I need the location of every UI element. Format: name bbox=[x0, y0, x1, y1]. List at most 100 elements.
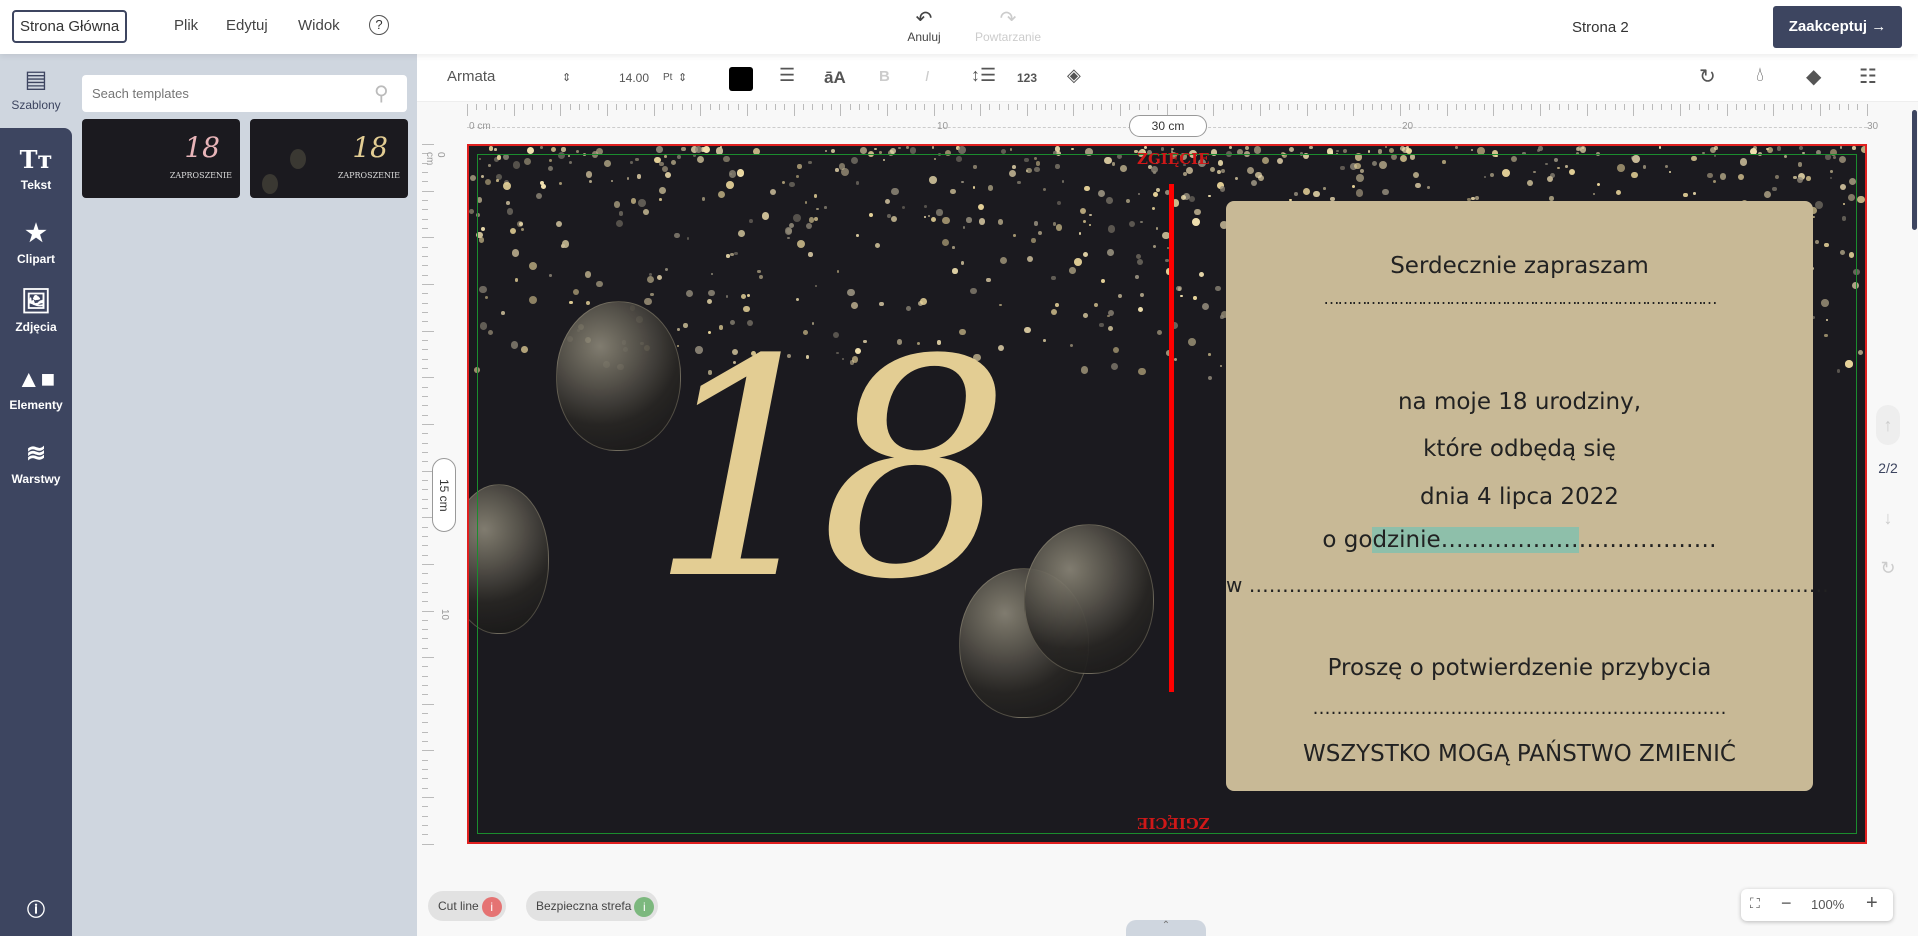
scrollbar[interactable] bbox=[1912, 110, 1917, 230]
zoom-out-button[interactable]: − bbox=[1781, 893, 1792, 914]
confetti-dot bbox=[1470, 148, 1474, 151]
name-line[interactable]: ………………………………………………………………………… bbox=[1226, 289, 1813, 308]
confetti-dot bbox=[1289, 146, 1295, 152]
bold-icon[interactable]: B bbox=[879, 68, 890, 85]
templates-panel: ⚲ 18 ZAPROSZENIE 18 ZAPROSZENIE bbox=[72, 54, 417, 936]
confetti-dot bbox=[830, 148, 836, 153]
layer-order-icon[interactable]: ◆ bbox=[1806, 64, 1821, 89]
invitation-text-card[interactable]: Serdecznie zapraszam …………………………………………………… bbox=[1226, 201, 1829, 791]
confetti-dot bbox=[1228, 146, 1232, 150]
confetti-dot bbox=[1342, 148, 1347, 154]
rail-label: Elementy bbox=[9, 398, 63, 412]
search-input[interactable] bbox=[82, 75, 407, 112]
expand-pages-handle[interactable]: ⌃ bbox=[1126, 920, 1206, 936]
star-icon: ★ bbox=[25, 220, 47, 247]
rail-templates[interactable]: ▤ Szablony bbox=[0, 66, 72, 112]
font-select-arrows[interactable]: ⇕ bbox=[562, 71, 571, 84]
font-select[interactable]: Armata bbox=[447, 68, 495, 85]
page-label: Strona 2 bbox=[1572, 19, 1629, 36]
template-thumbnail[interactable]: 18 ZAPROSZENIE bbox=[82, 119, 240, 198]
search-icon[interactable]: ⚲ bbox=[374, 81, 389, 106]
confetti-dot bbox=[1776, 146, 1782, 151]
hour-line[interactable]: o godzinie……………………………… bbox=[1226, 527, 1813, 553]
rail-label: Szablony bbox=[11, 98, 61, 112]
invite-line[interactable]: na moje 18 urodziny, bbox=[1226, 389, 1813, 415]
confetti-dot bbox=[1857, 195, 1865, 204]
rail-photos[interactable]: 🖼︎ Zdjęcia bbox=[0, 288, 72, 334]
menu-view[interactable]: Widok bbox=[298, 17, 340, 34]
footer-line[interactable]: WSZYSTKO MOGĄ PAŃSTWO ZMIENIĆ bbox=[1226, 741, 1813, 767]
zoom-in-button[interactable]: + bbox=[1866, 892, 1878, 915]
redo-label: Powtarzanie bbox=[974, 30, 1042, 44]
font-size-input[interactable]: 14.00 bbox=[619, 71, 649, 85]
text-case-icon[interactable]: āA bbox=[824, 68, 846, 88]
undo-button[interactable]: ↶ Anuluj bbox=[898, 8, 950, 44]
fold-label-top: ZGIĘCIE bbox=[1137, 150, 1210, 168]
italic-icon[interactable]: I bbox=[925, 68, 929, 85]
confetti-dot bbox=[469, 209, 474, 214]
rail-text[interactable]: Tт Tekst bbox=[0, 145, 72, 193]
settings-sliders-icon[interactable]: ☷ bbox=[1859, 64, 1877, 89]
safe-zone-toggle[interactable]: Bezpieczna strefa i bbox=[526, 891, 659, 921]
menu-edit[interactable]: Edytuj bbox=[226, 17, 268, 34]
place-line[interactable]: w …………………………………………………………………………… bbox=[1226, 573, 1829, 597]
menu-file[interactable]: Plik bbox=[174, 17, 198, 34]
confetti-dot bbox=[1798, 146, 1803, 150]
design-canvas[interactable]: 18 ZGIĘCIE ZGIĘCIE Serdecznie zapraszam … bbox=[467, 144, 1867, 844]
fill-bucket-icon[interactable]: ◈ bbox=[1067, 65, 1081, 86]
rail-layers[interactable]: ≋ Warstwy bbox=[0, 440, 72, 486]
undo-icon: ↶ bbox=[915, 8, 933, 30]
font-size-stepper[interactable]: ⇕ bbox=[678, 71, 687, 84]
top-bar: Strona Główna Plik Edytuj Widok ? ↶ Anulu… bbox=[0, 0, 1918, 54]
hour-text: o go bbox=[1322, 527, 1373, 553]
invite-heading[interactable]: Serdecznie zapraszam bbox=[1226, 253, 1813, 279]
confetti-dot bbox=[1581, 147, 1584, 150]
rail-elements[interactable]: ▲■ Elementy bbox=[0, 366, 72, 412]
help-icon[interactable]: ? bbox=[369, 15, 389, 35]
confetti-dot bbox=[1389, 148, 1395, 154]
confirm-line[interactable]: Proszę o potwierdzenie przybycia bbox=[1226, 655, 1813, 681]
template-number: 18 bbox=[184, 131, 220, 164]
fold-line bbox=[1169, 184, 1174, 692]
cut-line-toggle[interactable]: Cut line i bbox=[428, 891, 506, 921]
zoom-level: 100% bbox=[1811, 897, 1845, 912]
confetti-dot bbox=[1402, 146, 1409, 153]
confetti-dot bbox=[958, 146, 966, 155]
confetti-dot bbox=[1536, 149, 1540, 153]
page-down-button[interactable]: ↓ bbox=[1876, 508, 1900, 529]
confetti-dot bbox=[488, 146, 494, 151]
confetti-dot bbox=[1455, 146, 1459, 149]
undo-label: Anuluj bbox=[907, 30, 941, 44]
line-height-icon[interactable]: ↕☰ bbox=[971, 65, 996, 86]
numbering-icon[interactable]: 123 bbox=[1017, 71, 1037, 85]
info-icon[interactable]: ⓘ bbox=[0, 896, 72, 922]
text-icon: Tт bbox=[19, 145, 53, 174]
confetti-dot bbox=[824, 149, 827, 152]
invite-line[interactable]: które odbędą się bbox=[1226, 436, 1813, 462]
opacity-icon[interactable]: 💧︎ bbox=[1756, 64, 1764, 87]
confetti-dot bbox=[897, 146, 901, 150]
rail-label: Clipart bbox=[16, 252, 55, 266]
info-icon: i bbox=[634, 896, 655, 917]
text-color-swatch[interactable] bbox=[729, 67, 753, 91]
home-button[interactable]: Strona Główna bbox=[12, 10, 128, 43]
align-center-icon[interactable]: ☰ bbox=[779, 65, 795, 86]
shapes-icon: ▲■ bbox=[16, 366, 56, 393]
confetti-dot bbox=[1385, 146, 1388, 149]
selected-text: dzinie……………… bbox=[1372, 527, 1579, 553]
confetti-dot bbox=[1852, 146, 1856, 150]
confetti-dot bbox=[1309, 146, 1313, 150]
redo-button[interactable]: ↷ Powtarzanie bbox=[968, 8, 1048, 44]
rotate-icon[interactable]: ↻ bbox=[1699, 64, 1716, 89]
cut-line-label: Cut line bbox=[438, 899, 479, 913]
rail-clipart[interactable]: ★ Clipart bbox=[0, 220, 72, 266]
refresh-icon[interactable]: ↻ bbox=[1876, 558, 1900, 579]
fullscreen-icon[interactable]: ⛶ bbox=[1750, 895, 1760, 912]
date-line[interactable]: dnia 4 lipca 2022 bbox=[1226, 484, 1813, 510]
confetti-dot bbox=[575, 150, 579, 154]
template-thumbnail[interactable]: 18 ZAPROSZENIE bbox=[250, 119, 408, 198]
confetti-dot bbox=[874, 147, 877, 151]
accept-button[interactable]: Zaakceptuj → bbox=[1773, 6, 1902, 48]
page-up-button[interactable]: ↑ bbox=[1876, 405, 1900, 445]
confirm-dots[interactable]: …………………………………………………………… bbox=[1226, 698, 1813, 719]
